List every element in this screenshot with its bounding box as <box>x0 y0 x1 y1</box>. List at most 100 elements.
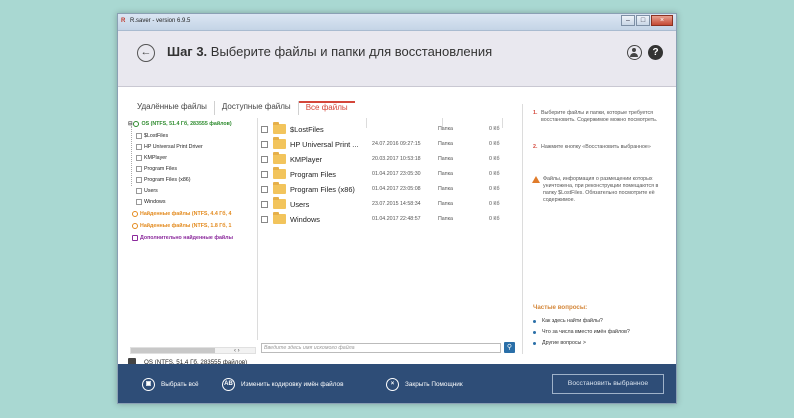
close-helper-button[interactable]: × Закрыть Помощник <box>386 377 463 391</box>
tree-root-os[interactable]: ⊟ OS (NTFS, 51.4 Гб, 283555 файлов) <box>128 120 232 128</box>
tree-item-hp[interactable]: HP Universal Print Driver <box>136 143 203 151</box>
tree-item-users[interactable]: Users <box>136 187 158 195</box>
file-row[interactable]: KMPlayer 20.03.2017 10:53:18 Папка 0 Кб <box>260 152 522 167</box>
tab-deleted-files[interactable]: Удалённые файлы <box>130 101 215 115</box>
faq-link-label: Как здесь найти файлы? <box>542 318 603 324</box>
disk-icon <box>133 121 140 127</box>
restore-selected-button[interactable]: Восстановить выбранное <box>552 374 664 394</box>
folder-icon <box>136 177 142 183</box>
back-button[interactable]: ← <box>137 44 155 62</box>
step-text: Выберите файлы и папки для восстановлени… <box>210 44 493 59</box>
folder-icon <box>273 137 286 149</box>
file-name: Users <box>290 200 310 209</box>
file-row[interactable]: Program Files 01.04.2017 23:05:30 Папка … <box>260 167 522 182</box>
scrollbar-thumb[interactable] <box>131 348 215 353</box>
maximize-button[interactable]: □ <box>636 15 650 26</box>
file-row[interactable]: Users 23.07.2015 14:58:34 Папка 0 Кб <box>260 197 522 212</box>
warning-icon <box>532 176 540 183</box>
file-size: 0 Кб <box>489 141 500 147</box>
step-number: 2. <box>533 144 538 150</box>
file-name: Windows <box>290 215 320 224</box>
search-input[interactable]: Введите здесь имя искомого файла <box>261 343 501 353</box>
bullet-icon <box>533 319 536 323</box>
tree-item-windows[interactable]: Windows <box>136 198 166 206</box>
tree-item-label: Program Files <box>144 166 177 172</box>
footer-toolbar: ▣ Выбрать всё AB Изменить кодировку имён… <box>118 364 676 403</box>
row-checkbox[interactable] <box>261 201 268 208</box>
file-row[interactable]: Windows 01.04.2017 22:48:57 Папка 0 Кб <box>260 212 522 227</box>
help-panel: 1. Выберите файлы и папки, которые требу… <box>522 104 672 354</box>
minimize-button[interactable]: – <box>621 15 635 26</box>
folder-icon <box>273 122 286 134</box>
file-type: Папка <box>438 171 454 177</box>
tree-item-label: HP Universal Print Driver <box>144 144 203 150</box>
user-icon[interactable] <box>627 45 642 60</box>
tree-item-found-1[interactable]: Найденные файлы (NTFS, 4.4 Гб, 4 <box>132 210 231 218</box>
step-text: Нажмите кнопку «Восстановить выбранное» <box>541 144 651 150</box>
file-name: HP Universal Print ... <box>290 140 359 149</box>
window-title: R.saver - version 6.9.5 <box>130 18 191 24</box>
close-icon: × <box>386 377 399 391</box>
file-row[interactable]: $LostFiles Папка 0 Кб <box>260 122 522 137</box>
file-type: Папка <box>438 201 454 207</box>
tree-item-label: Program Files (x86) <box>144 177 191 183</box>
scroll-arrow-buttons[interactable]: ‹ › <box>234 348 240 354</box>
row-checkbox[interactable] <box>261 216 268 223</box>
file-type: Папка <box>438 126 454 132</box>
folder-icon <box>273 212 286 224</box>
tree-item-label: Users <box>144 188 158 194</box>
folder-icon <box>273 167 286 179</box>
row-checkbox[interactable] <box>261 156 268 163</box>
close-window-button[interactable]: × <box>651 15 673 26</box>
file-size: 0 Кб <box>489 186 500 192</box>
file-name: KMPlayer <box>290 155 323 164</box>
bullet-icon <box>533 330 536 334</box>
file-type: Папка <box>438 216 454 222</box>
tree-item-lostfiles[interactable]: $LostFiles <box>136 132 168 140</box>
tree-item-label: $LostFiles <box>144 133 169 139</box>
step-label: Шаг 3. <box>167 44 208 59</box>
tree-line <box>131 126 132 186</box>
folder-icon <box>273 182 286 194</box>
file-name: $LostFiles <box>290 125 324 134</box>
row-checkbox[interactable] <box>261 171 268 178</box>
step-text: Выберите файлы и папки, которые требуетс… <box>541 110 658 123</box>
select-all-label: Выбрать всё <box>161 380 199 388</box>
file-filter-tabs: Удалённые файлы Доступные файлы Все файл… <box>130 101 355 115</box>
faq-link-label: Что за числа вместо имён файлов? <box>542 329 630 335</box>
select-all-button[interactable]: ▣ Выбрать всё <box>142 377 199 391</box>
arrow-left-icon: ← <box>140 46 152 58</box>
tree-item-extra[interactable]: Дополнительно найденные файлы <box>132 234 233 242</box>
app-window: R R.saver - version 6.9.5 – □ × ← Шаг 3.… <box>117 13 677 404</box>
tree-item-found-2[interactable]: Найденные файлы (NTFS, 1.8 Гб, 1 <box>132 222 231 230</box>
file-date: 23.07.2015 14:58:34 <box>372 201 421 207</box>
tab-all-files[interactable]: Все файлы <box>298 101 355 115</box>
faq-link[interactable]: Другие вопросы > <box>533 340 586 346</box>
close-helper-label: Закрыть Помощник <box>405 380 463 388</box>
tree-item-program-files-x86[interactable]: Program Files (x86) <box>136 176 191 184</box>
help-icon[interactable]: ? <box>648 45 663 60</box>
row-checkbox[interactable] <box>261 186 268 193</box>
collapse-icon[interactable]: ⊟ <box>128 121 132 127</box>
change-encoding-button[interactable]: AB Изменить кодировку имён файлов <box>222 377 343 391</box>
tree-item-program-files[interactable]: Program Files <box>136 165 177 173</box>
tree-item-kmplayer[interactable]: KMPlayer <box>136 154 167 162</box>
tab-available-files[interactable]: Доступные файлы <box>215 101 299 115</box>
help-step-2: 2. Нажмите кнопку «Восстановить выбранно… <box>533 144 668 151</box>
disk-icon <box>132 211 138 217</box>
change-encoding-label: Изменить кодировку имён файлов <box>241 380 344 388</box>
row-checkbox[interactable] <box>261 126 268 133</box>
faq-link[interactable]: Что за числа вместо имён файлов? <box>533 329 630 335</box>
file-type: Папка <box>438 156 454 162</box>
document-icon <box>132 235 138 241</box>
search-button[interactable]: ⚲ <box>504 342 515 353</box>
tree-item-label: Найденные файлы (NTFS, 4.4 Гб, 4 <box>140 211 232 217</box>
file-row[interactable]: HP Universal Print ... 24.07.2016 09:27:… <box>260 137 522 152</box>
file-row[interactable]: Program Files (x86) 01.04.2017 23:05:08 … <box>260 182 522 197</box>
folder-tree: ⊟ OS (NTFS, 51.4 Гб, 283555 файлов) $Los… <box>128 118 258 340</box>
file-size: 0 Кб <box>489 126 500 132</box>
faq-link[interactable]: Как здесь найти файлы? <box>533 318 603 324</box>
folder-icon <box>136 188 142 194</box>
row-checkbox[interactable] <box>261 141 268 148</box>
app-logo-icon: R <box>121 18 126 24</box>
